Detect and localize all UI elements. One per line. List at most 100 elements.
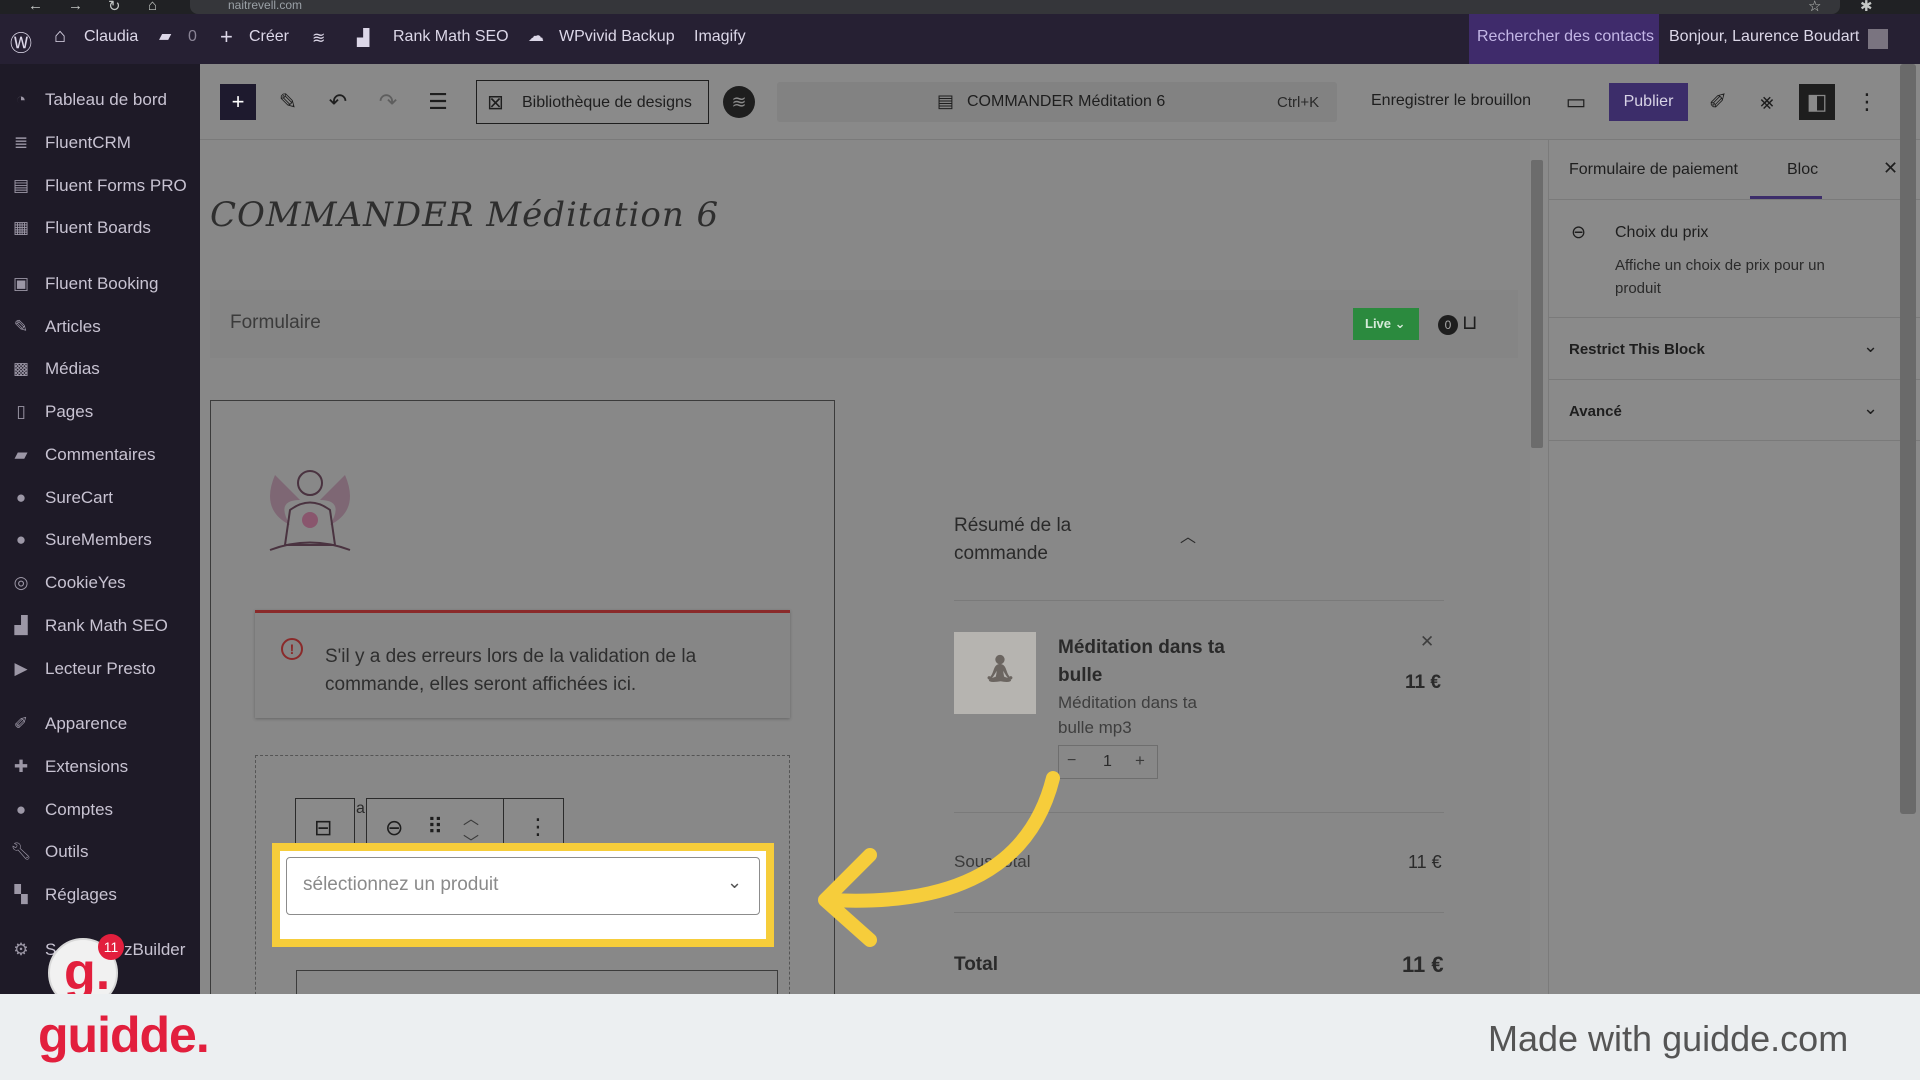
back-icon[interactable]: ←: [28, 0, 43, 14]
chevron-down-icon[interactable]: ⌄: [1863, 398, 1878, 419]
parent-block-icon: ⊟: [314, 815, 333, 840]
booking-icon: ▣: [12, 274, 30, 293]
page-icon: ▯: [16, 402, 26, 421]
sidebar-item-label: SureMembers: [45, 530, 152, 549]
reload-icon[interactable]: ↻: [108, 0, 121, 15]
sidebar-item-reglages[interactable]: ▚ Réglages: [0, 877, 200, 913]
publish-button[interactable]: Publier: [1609, 83, 1688, 121]
move-up-icon[interactable]: ︿: [463, 805, 479, 829]
cart-count-badge: 0: [1438, 315, 1458, 335]
presto-icon: ▶: [14, 659, 28, 678]
sidebar-item-pages[interactable]: ▯ Pages: [0, 394, 200, 430]
more-options-icon[interactable]: ⋮: [1849, 84, 1885, 120]
product-select[interactable]: sélectionnez un produit ⌄: [286, 857, 760, 915]
comments-count: 0: [188, 28, 197, 45]
tab-block[interactable]: Bloc: [1787, 161, 1818, 179]
user-greeting[interactable]: Bonjour, Laurence Boudart: [1669, 28, 1859, 46]
create-link[interactable]: Créer: [249, 28, 289, 46]
plus-icon[interactable]: +: [220, 24, 233, 50]
product-variant: Méditation dans ta bulle mp3: [1058, 693, 1197, 737]
canvas-scrollbar-thumb[interactable]: [1531, 160, 1543, 448]
sidebar-item-label: Apparence: [45, 714, 128, 733]
chevron-up-icon[interactable]: ︿: [1180, 523, 1196, 547]
pencil-icon[interactable]: ✎: [270, 84, 306, 120]
sidebar-item-fluent-booking[interactable]: ▣ Fluent Booking: [0, 266, 200, 302]
sidebar-item-medias[interactable]: ▩ Médias: [0, 351, 200, 387]
sidebar-item-rank-math[interactable]: ▟ Rank Math SEO: [0, 608, 200, 644]
extensions-icon[interactable]: ✱: [1860, 0, 1873, 15]
avatar[interactable]: [1868, 29, 1888, 49]
plus-icon[interactable]: +: [1135, 751, 1145, 771]
list-view-icon[interactable]: ☰: [420, 84, 456, 120]
redo-icon[interactable]: ↷: [370, 84, 406, 120]
restrict-block-panel[interactable]: Restrict This Block: [1569, 341, 1705, 358]
save-draft-button[interactable]: Enregistrer le brouillon: [1371, 92, 1531, 110]
rankmath-icon: ▟: [14, 616, 28, 635]
add-block-button[interactable]: +: [220, 84, 256, 120]
remove-item-icon[interactable]: ✕: [1420, 632, 1434, 652]
undo-icon[interactable]: ↶: [320, 84, 356, 120]
sidebar-item-label: Tableau de bord: [45, 90, 167, 109]
url-text: naitrevell.com: [228, 0, 303, 12]
cart-icon[interactable]: ⊔: [1462, 310, 1478, 335]
surecart-logo-icon[interactable]: ≋: [723, 86, 755, 118]
sidebar-item-label: Lecteur Presto: [45, 659, 156, 678]
advanced-panel[interactable]: Avancé: [1569, 403, 1622, 420]
sidebar-item-fluentcrm[interactable]: ≣ FluentCRM: [0, 125, 200, 161]
sidebar-item-fluent-forms[interactable]: ▤ Fluent Forms PRO: [0, 168, 200, 204]
panel-divider: [1549, 379, 1920, 380]
sidebar-item-dashboard[interactable]: ◔ Tableau de bord: [0, 82, 200, 118]
settings-sidebar-toggle-icon[interactable]: ◧: [1799, 84, 1835, 120]
live-toggle-button[interactable]: Live ⌄: [1353, 308, 1419, 340]
panel-divider: [1549, 317, 1920, 318]
sidebar-item-label: Articles: [45, 317, 101, 336]
wpvivid-link[interactable]: WPvivid Backup: [559, 28, 675, 46]
notification-badge: 11: [98, 934, 124, 960]
design-library-button[interactable]: ⊠ Bibliothèque de designs: [476, 80, 709, 124]
preview-icon[interactable]: ▭: [1558, 84, 1594, 120]
sidebar-item-fluent-boards[interactable]: ▦ Fluent Boards: [0, 210, 200, 246]
address-bar[interactable]: [190, 0, 1840, 14]
sidebar-item-comptes[interactable]: ● Comptes: [0, 792, 200, 828]
sidebar-item-lecteur-presto[interactable]: ▶ Lecteur Presto: [0, 651, 200, 687]
form-label: Formulaire: [230, 312, 321, 333]
sidebar-item-label: Réglages: [45, 885, 117, 904]
house-icon[interactable]: ⌂: [54, 25, 66, 48]
product-price: 11 €: [1405, 672, 1441, 693]
wordpress-logo-icon[interactable]: Ⓦ: [10, 26, 32, 58]
tab-checkout-form[interactable]: Formulaire de paiement: [1569, 161, 1738, 179]
edit-icon[interactable]: ✐: [1700, 84, 1736, 120]
sidebar-item-outils[interactable]: 🔧︎ Outils: [0, 834, 200, 870]
chevron-down-icon[interactable]: ⌄: [1863, 336, 1878, 357]
bookmark-star-icon[interactable]: ☆: [1808, 0, 1821, 15]
close-icon[interactable]: ✕: [1883, 158, 1898, 179]
sidebar-item-apparence[interactable]: ✐ Apparence: [0, 706, 200, 742]
sidebar-item-articles[interactable]: ✎ Articles: [0, 309, 200, 345]
product-name: Méditation dans ta bulle: [1058, 637, 1225, 686]
design-tools-icon[interactable]: ⨳: [1749, 84, 1785, 120]
drag-handle-icon[interactable]: ⠿: [427, 814, 443, 840]
rank-math-link[interactable]: Rank Math SEO: [393, 28, 509, 46]
imagify-link[interactable]: Imagify: [694, 28, 746, 46]
sidebar-item-comments[interactable]: ▰ Commentaires: [0, 437, 200, 473]
sidebar-item-cookieyes[interactable]: ◎ CookieYes: [0, 565, 200, 601]
sidebar-item-surecart[interactable]: ● SureCart: [0, 480, 200, 516]
admin-sidebar: ◔ Tableau de bord ≣ FluentCRM ▤ Fluent Form…: [0, 64, 200, 1080]
home-icon[interactable]: ⌂: [148, 0, 157, 14]
sidebar-item-extensions[interactable]: ✚ Extensions: [0, 749, 200, 785]
comment-icon[interactable]: ▰: [159, 26, 171, 46]
live-label: Live: [1365, 316, 1392, 331]
search-contacts-button[interactable]: Rechercher des contacts: [1469, 14, 1659, 64]
block-options-icon[interactable]: ⋮: [527, 814, 549, 840]
page-title[interactable]: COMMANDER Méditation 6: [210, 195, 719, 235]
sidebar-item-suremembers[interactable]: ● SureMembers: [0, 522, 200, 558]
fluent-icon[interactable]: ≋: [312, 28, 325, 48]
wp-admin-bar: Ⓦ ⌂ Claudia ▰ 0 + Créer ≋ ▟ Rank Math SE…: [0, 14, 1920, 64]
suremembers-icon: ●: [15, 530, 27, 549]
window-scrollbar[interactable]: [1900, 64, 1916, 814]
command-palette-bar[interactable]: ▤ COMMANDER Méditation 6 Ctrl+K: [777, 82, 1337, 122]
forward-icon[interactable]: →: [68, 0, 83, 14]
site-name-link[interactable]: Claudia: [84, 28, 138, 46]
made-with-text: Made with guidde.com: [1488, 1018, 1849, 1059]
block-type-icon[interactable]: ⊖: [385, 815, 403, 841]
